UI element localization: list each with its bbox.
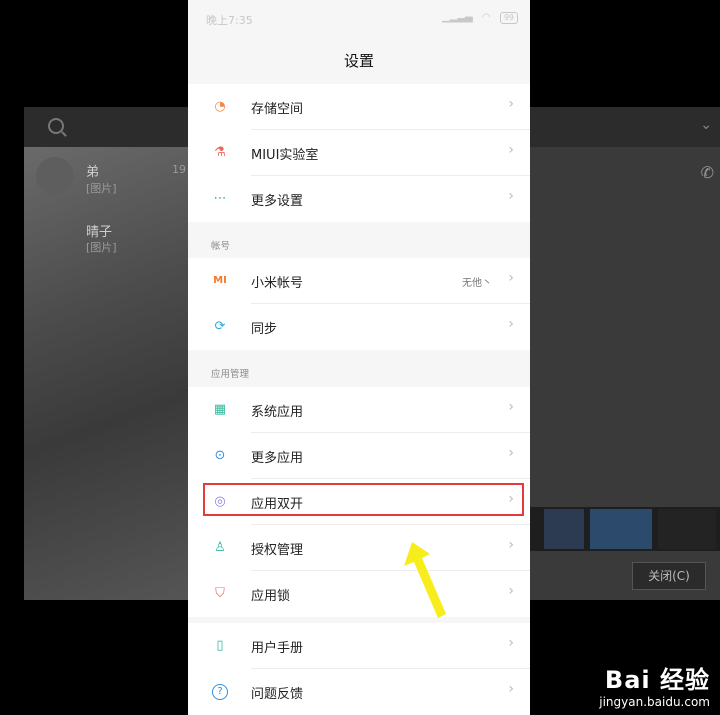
- feedback-icon: ?: [212, 684, 228, 700]
- thumbnail: [590, 509, 652, 549]
- settings-item-label: 同步: [251, 322, 278, 337]
- settings-item-system-apps[interactable]: ▦ 系统应用 ›: [188, 387, 530, 433]
- chevron-right-icon: ›: [508, 399, 514, 415]
- section-header-app-management: 应用管理: [211, 369, 250, 380]
- close-button[interactable]: 关闭(C): [632, 562, 706, 590]
- settings-item-label: 问题反馈: [251, 687, 304, 702]
- settings-group-general: ◔ 存储空间 › ⚗ MIUI实验室 › ⋯ 更多设置 ›: [188, 84, 530, 222]
- chevron-right-icon: ›: [508, 316, 514, 332]
- chevron-right-icon: ›: [508, 681, 514, 697]
- background-wallpaper-photo: [24, 147, 188, 600]
- thumbnail: [544, 509, 584, 549]
- settings-item-user-manual[interactable]: ▯ 用户手册 ›: [188, 623, 530, 669]
- contact-preview-1: [图片]: [86, 182, 117, 195]
- avatar: [36, 157, 74, 195]
- section-header-account: 帐号: [211, 241, 231, 252]
- watermark-url: jingyan.baidu.com: [599, 695, 710, 709]
- contact-partial-number: 19: [172, 163, 186, 176]
- chevron-right-icon: ›: [508, 583, 514, 599]
- baidu-jingyan-watermark: Bai 经验 jingyan.baidu.com: [599, 660, 710, 709]
- chevron-right-icon: ›: [508, 537, 514, 553]
- permission-icon: ♙: [214, 540, 226, 555]
- chevron-right-icon: ›: [508, 445, 514, 461]
- settings-item-label: 更多应用: [251, 451, 304, 466]
- page-title: 设置: [343, 52, 374, 70]
- settings-item-label: 更多设置: [251, 194, 304, 209]
- more-dots-icon: ⋯: [213, 191, 227, 206]
- phone-settings-screen: 晚上7:35 ▁▂▃▄ ◠ 99 设置 ◔ 存储空间 › ⚗ MIUI实验室 ›…: [188, 0, 530, 715]
- chevron-right-icon: ›: [508, 270, 514, 286]
- settings-item-label: 授权管理: [251, 543, 304, 558]
- signal-icon: ▁▂▃▄: [441, 12, 473, 23]
- more-apps-icon: ⊙: [214, 448, 226, 463]
- status-time: 晚上7:35: [206, 14, 253, 27]
- settings-item-more-apps[interactable]: ⊙ 更多应用 ›: [188, 433, 530, 479]
- settings-item-label: 应用锁: [251, 589, 291, 604]
- storage-icon: ◔: [214, 99, 226, 114]
- thumbnail: [658, 509, 716, 549]
- lab-flask-icon: ⚗: [214, 145, 226, 160]
- settings-group-help: ▯ 用户手册 › ? 问题反馈 ›: [188, 623, 530, 715]
- chevron-right-icon: ›: [508, 188, 514, 204]
- highlight-box: [203, 483, 524, 516]
- contact-name-1[interactable]: 弟: [86, 161, 99, 180]
- phone-icon[interactable]: ✆: [701, 163, 714, 182]
- chevron-right-icon: ›: [508, 635, 514, 651]
- settings-item-sync[interactable]: ⟳ 同步 ›: [188, 304, 530, 350]
- search-icon[interactable]: [48, 118, 64, 134]
- settings-item-storage[interactable]: ◔ 存储空间 ›: [188, 84, 530, 130]
- mi-logo-icon: MI: [213, 275, 227, 286]
- settings-item-label: 用户手册: [251, 641, 304, 656]
- settings-item-permissions[interactable]: ♙ 授权管理 ›: [188, 525, 530, 571]
- watermark-logo: Bai 经验: [604, 666, 710, 694]
- wifi-icon: ◠: [481, 12, 491, 23]
- settings-item-label: 系统应用: [251, 405, 304, 420]
- settings-item-label: 存储空间: [251, 102, 304, 117]
- status-bar: 晚上7:35 ▁▂▃▄ ◠ 99: [188, 0, 530, 36]
- settings-item-label: 小米帐号: [251, 276, 304, 291]
- battery-icon: 99: [499, 12, 518, 24]
- settings-item-app-lock[interactable]: ⛉ 应用锁 ›: [188, 571, 530, 617]
- sync-icon: ⟳: [214, 319, 226, 334]
- contact-preview-2: [图片]: [86, 241, 117, 254]
- settings-group-account: MI 小米帐号 无他丶 › ⟳ 同步 ›: [188, 258, 530, 350]
- settings-item-feedback[interactable]: ? 问题反馈 ›: [188, 669, 530, 715]
- chevron-right-icon: ›: [508, 96, 514, 112]
- chevron-right-icon: ›: [508, 142, 514, 158]
- chevron-down-icon[interactable]: ⌄: [700, 117, 712, 133]
- settings-item-label: MIUI实验室: [251, 148, 319, 163]
- settings-item-miui-lab[interactable]: ⚗ MIUI实验室 ›: [188, 130, 530, 176]
- account-name-value: 无他丶: [462, 278, 492, 289]
- settings-item-mi-account[interactable]: MI 小米帐号 无他丶 ›: [188, 258, 530, 304]
- settings-item-more-settings[interactable]: ⋯ 更多设置 ›: [188, 176, 530, 222]
- contact-name-2[interactable]: 晴子: [86, 221, 112, 240]
- annotation-arrow-icon: [404, 542, 446, 618]
- grid-apps-icon: ▦: [213, 402, 227, 417]
- app-lock-icon: ⛉: [215, 586, 225, 601]
- status-icons: ▁▂▃▄ ◠ 99: [436, 12, 518, 24]
- manual-icon: ▯: [216, 638, 224, 653]
